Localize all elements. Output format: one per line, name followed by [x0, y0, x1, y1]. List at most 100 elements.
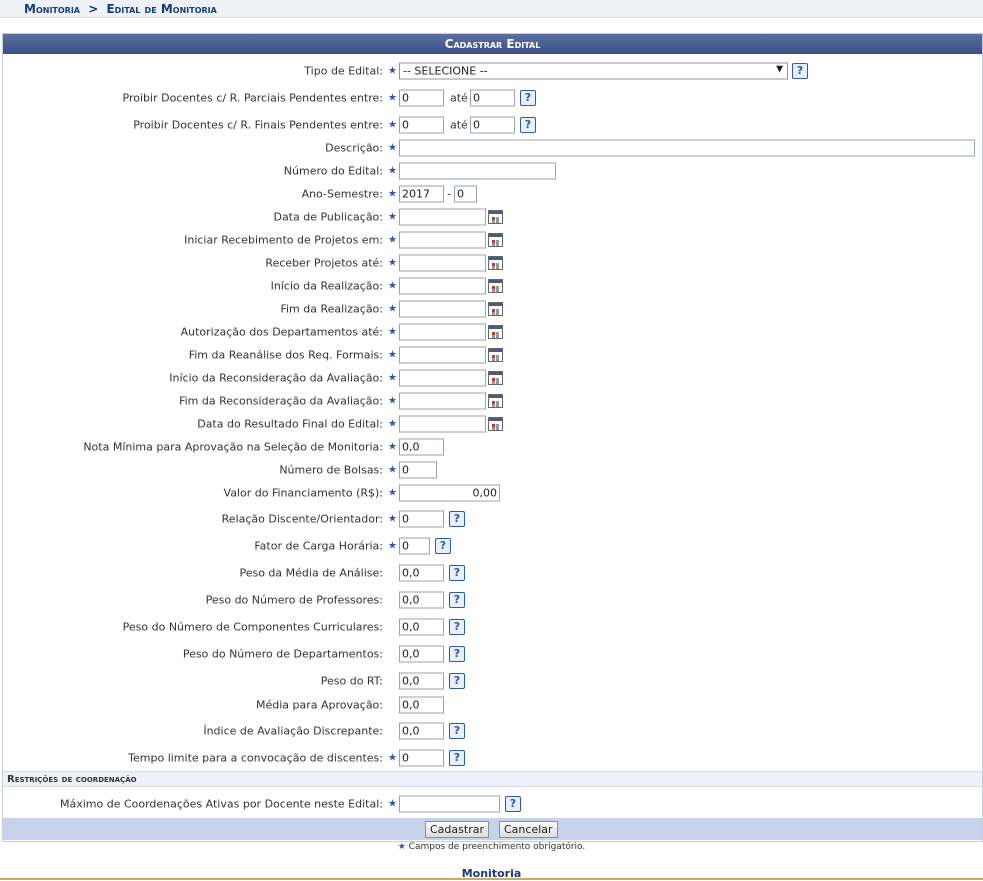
calendar-icon[interactable] — [488, 371, 503, 385]
calendar-icon[interactable] — [488, 279, 503, 293]
indice-discrepante-input[interactable] — [399, 722, 444, 740]
calendar-icon[interactable] — [488, 417, 503, 431]
data-resultado-final-input[interactable] — [399, 415, 486, 433]
star-icon: ★ — [388, 418, 397, 430]
star-icon: ★ — [388, 326, 397, 338]
receber-projetos-input[interactable] — [399, 254, 486, 272]
help-icon[interactable]: ? — [449, 619, 465, 635]
descricao-input[interactable] — [399, 139, 975, 157]
inicio-realizacao-input[interactable] — [399, 277, 486, 295]
iniciar-recebimento-label: Iniciar Recebimento de Projetos em: — [184, 233, 383, 247]
row-data-resultado-final: Data do Resultado Final do Edital: ★ — [3, 413, 982, 435]
row-proibir-parciais: Proibir Docentes c/ R. Parciais Pendente… — [3, 87, 982, 109]
help-icon[interactable]: ? — [449, 646, 465, 662]
star-icon: ★ — [388, 303, 397, 315]
row-peso-componentes: Peso do Número de Componentes Curricular… — [3, 616, 982, 638]
calendar-icon[interactable] — [488, 302, 503, 316]
peso-rt-input[interactable] — [399, 672, 444, 690]
numero-edital-input[interactable] — [399, 162, 556, 180]
form-title: Cadastrar Edital — [3, 34, 982, 54]
calendar-icon[interactable] — [488, 256, 503, 270]
numero-bolsas-input[interactable] — [399, 461, 437, 479]
help-icon[interactable]: ? — [449, 565, 465, 581]
nota-minima-input[interactable] — [399, 438, 444, 456]
help-icon[interactable]: ? — [449, 750, 465, 766]
inicio-reconsideracao-label: Início da Reconsideração da Avaliação: — [169, 371, 383, 385]
row-inicio-reconsideracao: Início da Reconsideração da Avaliação: ★ — [3, 367, 982, 389]
media-aprovacao-input[interactable] — [399, 696, 444, 714]
calendar-icon[interactable] — [488, 325, 503, 339]
star-icon: ★ — [388, 464, 397, 476]
help-icon[interactable]: ? — [505, 796, 521, 812]
fim-reconsideracao-input[interactable] — [399, 392, 486, 410]
star-icon: ★ — [388, 211, 397, 223]
section-restricoes-coordenacao: Restrições de coordenação — [3, 771, 982, 787]
star-icon: ★ — [388, 540, 397, 552]
peso-professores-input[interactable] — [399, 591, 444, 609]
peso-media-input[interactable] — [399, 564, 444, 582]
calendar-icon[interactable] — [488, 210, 503, 224]
inicio-reconsideracao-input[interactable] — [399, 369, 486, 387]
descricao-label: Descrição: — [325, 141, 383, 155]
peso-departamentos-label: Peso do Número de Departamentos: — [182, 647, 383, 661]
cancelar-button[interactable]: Cancelar — [499, 821, 558, 838]
help-icon[interactable]: ? — [449, 511, 465, 527]
button-bar: Cadastrar Cancelar — [3, 818, 982, 840]
star-icon: ★ — [388, 441, 397, 453]
star-icon: ★ — [388, 165, 397, 177]
help-icon[interactable]: ? — [520, 90, 536, 106]
fator-carga-input[interactable] — [399, 537, 430, 555]
fim-reanalise-label: Fim da Reanálise dos Req. Formais: — [188, 348, 383, 362]
tempo-limite-input[interactable] — [399, 749, 444, 767]
fim-realizacao-input[interactable] — [399, 300, 486, 318]
proibir-parciais-from-input[interactable] — [399, 89, 444, 107]
row-numero-bolsas: Número de Bolsas: ★ — [3, 459, 982, 481]
maximo-coordenacoes-label: Máximo de Coordenações Ativas por Docent… — [59, 797, 383, 811]
semestre-input[interactable] — [454, 185, 477, 203]
relacao-input[interactable] — [399, 510, 444, 528]
required-note-text: Campos de preenchimento obrigatório. — [408, 842, 586, 852]
data-publicacao-input[interactable] — [399, 208, 486, 226]
row-fator-carga: Fator de Carga Horária: ★ ? — [3, 535, 982, 557]
star-icon: ★ — [397, 842, 406, 852]
ano-input[interactable] — [399, 185, 444, 203]
row-numero-edital: Número do Edital: ★ — [3, 160, 982, 182]
iniciar-recebimento-input[interactable] — [399, 231, 486, 249]
proibir-finais-from-input[interactable] — [399, 116, 444, 134]
calendar-icon[interactable] — [488, 394, 503, 408]
breadcrumb-monitoria[interactable]: Monitoria — [24, 2, 80, 16]
row-peso-departamentos: Peso do Número de Departamentos: ? — [3, 643, 982, 665]
help-icon[interactable]: ? — [449, 592, 465, 608]
star-icon: ★ — [388, 119, 397, 131]
help-icon[interactable]: ? — [449, 673, 465, 689]
help-icon[interactable]: ? — [792, 63, 808, 79]
row-peso-media: Peso da Média de Análise: ? — [3, 562, 982, 584]
fim-reanalise-input[interactable] — [399, 346, 486, 364]
proibir-parciais-to-input[interactable] — [470, 89, 515, 107]
numero-bolsas-label: Número de Bolsas: — [279, 463, 383, 477]
row-maximo-coordenacoes: Máximo de Coordenações Ativas por Docent… — [3, 793, 982, 815]
row-proibir-finais: Proibir Docentes c/ R. Finais Pendentes … — [3, 114, 982, 136]
autorizacao-departamentos-input[interactable] — [399, 323, 486, 341]
valor-financiamento-input[interactable] — [399, 484, 500, 502]
row-inicio-realizacao: Início da Realização: ★ — [3, 275, 982, 297]
help-icon[interactable]: ? — [435, 538, 451, 554]
tipo-edital-select[interactable]: -- SELECIONE -- ▼ — [399, 62, 788, 80]
help-icon[interactable]: ? — [449, 723, 465, 739]
row-media-aprovacao: Média para Aprovação: — [3, 694, 982, 716]
inicio-realizacao-label: Início da Realização: — [270, 279, 383, 293]
calendar-icon[interactable] — [488, 348, 503, 362]
calendar-icon[interactable] — [488, 233, 503, 247]
row-indice-discrepante: Índice de Avaliação Discrepante: ? — [3, 720, 982, 742]
maximo-coordenacoes-input[interactable] — [399, 795, 500, 813]
star-icon: ★ — [388, 257, 397, 269]
peso-departamentos-input[interactable] — [399, 645, 444, 663]
help-icon[interactable]: ? — [520, 117, 536, 133]
data-publicacao-label: Data de Publicação: — [273, 210, 383, 224]
cadastrar-button[interactable]: Cadastrar — [425, 821, 489, 838]
tempo-limite-label: Tempo limite para a convocação de discen… — [128, 751, 383, 765]
autorizacao-departamentos-label: Autorização dos Departamentos até: — [180, 325, 383, 339]
peso-componentes-input[interactable] — [399, 618, 444, 636]
peso-professores-label: Peso do Número de Professores: — [205, 593, 383, 607]
proibir-finais-to-input[interactable] — [470, 116, 515, 134]
